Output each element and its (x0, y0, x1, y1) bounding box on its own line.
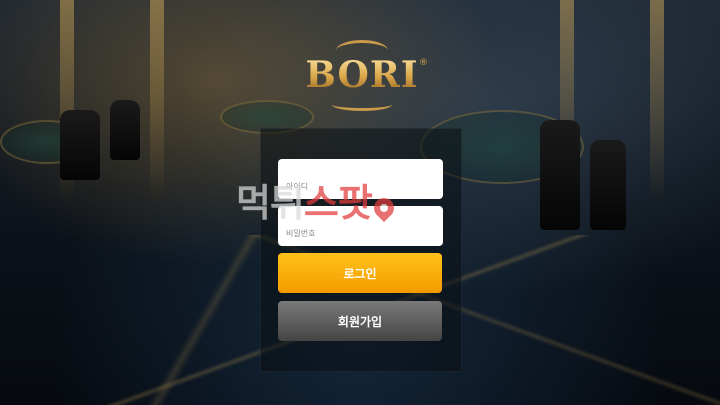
login-button[interactable]: 로그인 (278, 253, 442, 293)
background-pillar (150, 0, 164, 200)
password-input[interactable] (278, 206, 443, 246)
registered-mark: ® (419, 58, 428, 68)
background-chair (540, 120, 580, 230)
background-chair (110, 100, 140, 160)
logo-text: BORI (292, 54, 432, 96)
background-chair (590, 140, 626, 230)
username-input[interactable] (278, 159, 443, 199)
background-chair (60, 110, 100, 180)
signup-button[interactable]: 회원가입 (278, 301, 442, 341)
logo-flourish-ornament (332, 98, 392, 111)
background-pillar (650, 0, 664, 200)
brand-logo: BORI ® (292, 40, 432, 112)
